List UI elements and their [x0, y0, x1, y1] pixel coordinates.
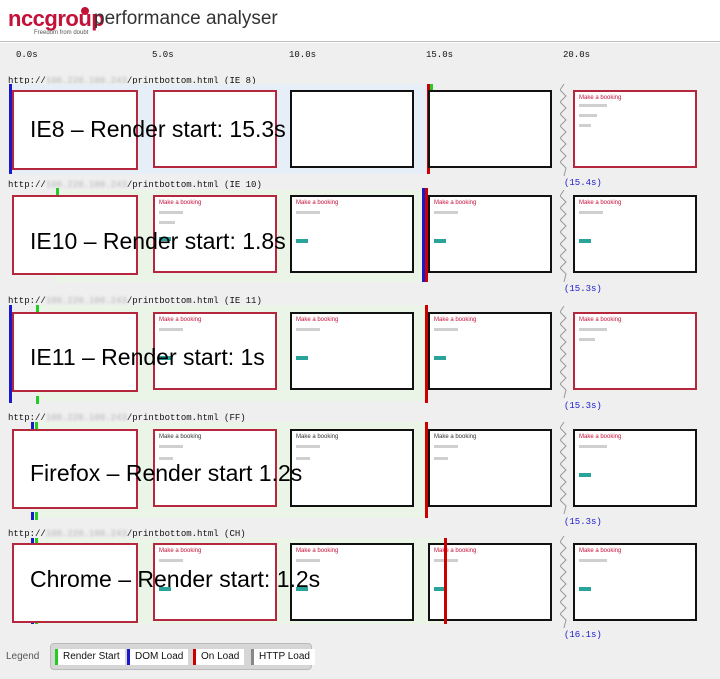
timeline-break-icon [560, 190, 567, 282]
row-end-time: (15.4s) [564, 178, 602, 188]
thumbnail-field [579, 114, 597, 117]
thumbnail-field [159, 445, 183, 448]
thumbnail-button [579, 473, 591, 477]
tick-label: 0.0s [16, 50, 38, 60]
thumbnail-field [579, 328, 607, 331]
frame-thumbnail-final[interactable]: Make a booking [573, 429, 697, 507]
render-start-annotation: IE8 – Render start: 15.3s [30, 116, 286, 142]
thumbnail-field [579, 124, 591, 127]
frame-thumbnail[interactable]: Make a booking [290, 195, 414, 273]
render-start-annotation: Firefox – Render start 1.2s [30, 460, 303, 486]
thumbnail-button [296, 239, 308, 243]
thumbnail-field [434, 211, 458, 214]
thumbnail-title: Make a booking [159, 200, 202, 206]
frame-thumbnail-final[interactable]: Make a booking [573, 312, 697, 390]
thumbnail-field [159, 328, 183, 331]
thumbnail-button [434, 356, 446, 360]
legend-http-load: HTTP Load [251, 649, 315, 665]
logo-tagline: Freedom from doubt [34, 30, 89, 36]
thumbnail-title: Make a booking [296, 548, 339, 554]
frame-thumbnail-final[interactable]: Make a booking [573, 543, 697, 621]
thumbnail-title: Make a booking [434, 317, 477, 323]
legend-label: Legend [6, 651, 40, 662]
row-end-time: (15.3s) [564, 517, 602, 527]
frame-thumbnail[interactable] [290, 90, 414, 168]
thumbnail-field [579, 559, 607, 562]
tick-label: 20.0s [563, 50, 591, 60]
thumbnail-field [434, 328, 458, 331]
legend-on-load: On Load [193, 649, 245, 665]
onload-marker [444, 538, 447, 624]
timeline-break-icon [560, 306, 567, 398]
legend-dom-load: DOM Load [127, 649, 189, 665]
thumbnail-title: Make a booking [579, 317, 622, 323]
thumbnail-field [159, 221, 175, 224]
dom-load-marker [31, 512, 34, 520]
thumbnail-title: Make a booking [159, 317, 202, 323]
frame-thumbnail[interactable] [428, 90, 552, 168]
thumbnail-field [434, 457, 448, 460]
thumbnail-title: Make a booking [296, 200, 339, 206]
tick-label: 5.0s [152, 50, 174, 60]
render-start-annotation: IE10 – Render start: 1.8s [30, 228, 286, 254]
thumbnail-button [579, 239, 591, 243]
timeline-break-icon [560, 536, 567, 628]
render-start-marker [35, 512, 38, 520]
thumbnail-field [579, 338, 595, 341]
thumbnail-field [296, 211, 320, 214]
frame-thumbnail[interactable]: Make a booking [290, 429, 414, 507]
frame-thumbnail[interactable]: Make a booking [428, 312, 552, 390]
thumbnail-field [159, 211, 183, 214]
thumbnail-field [579, 104, 607, 107]
thumbnail-button [296, 356, 308, 360]
thumbnail-title: Make a booking [159, 434, 202, 440]
thumbnail-title: Make a booking [296, 317, 339, 323]
frame-thumbnail-final[interactable]: Make a booking [573, 90, 697, 168]
thumbnail-title: Make a booking [579, 548, 622, 554]
row-end-time: (15.3s) [564, 401, 602, 411]
thumbnail-button [579, 587, 591, 591]
row-end-time: (16.1s) [564, 630, 602, 640]
thumbnail-title: Make a booking [579, 434, 622, 440]
row-end-time: (15.3s) [564, 284, 602, 294]
app-title: performance analyser [94, 8, 278, 29]
thumbnail-field [579, 445, 607, 448]
thumbnail-field [296, 445, 320, 448]
thumbnail-title: Make a booking [296, 434, 339, 440]
thumbnail-field [296, 559, 320, 562]
thumbnail-field [434, 445, 458, 448]
logo-registered-mark-icon [81, 7, 89, 15]
frame-thumbnail-final[interactable]: Make a booking [573, 195, 697, 273]
thumbnail-title: Make a booking [159, 548, 202, 554]
thumbnail-title: Make a booking [434, 548, 477, 554]
tick-label: 10.0s [289, 50, 317, 60]
timeline-break-icon [560, 422, 567, 514]
frame-thumbnail[interactable]: Make a booking [290, 312, 414, 390]
thumbnail-title: Make a booking [434, 434, 477, 440]
thumbnail-title: Make a booking [579, 200, 622, 206]
thumbnail-field [296, 328, 320, 331]
ncc-logo: nccgroup [8, 6, 105, 31]
render-start-annotation: Chrome – Render start: 1.2s [30, 566, 321, 592]
thumbnail-field [159, 559, 183, 562]
row-url: http://100.220.100.243/printbottom.html … [8, 180, 262, 190]
frame-thumbnail[interactable]: Make a booking [428, 429, 552, 507]
thumbnail-title: Make a booking [434, 200, 477, 206]
render-start-marker [36, 396, 39, 404]
legend-render-start: Render Start [55, 649, 125, 665]
thumbnail-button [434, 239, 446, 243]
frame-thumbnail[interactable]: Make a booking [428, 195, 552, 273]
render-start-annotation: IE11 – Render start: 1s [30, 344, 265, 370]
tick-label: 15.0s [426, 50, 454, 60]
legend: Render Start DOM Load On Load HTTP Load [50, 643, 315, 670]
timeline-break-icon [560, 84, 567, 176]
thumbnail-title: Make a booking [579, 95, 622, 101]
thumbnail-field [579, 211, 603, 214]
app-header: nccgroup Freedom from doubt performance … [0, 0, 720, 42]
